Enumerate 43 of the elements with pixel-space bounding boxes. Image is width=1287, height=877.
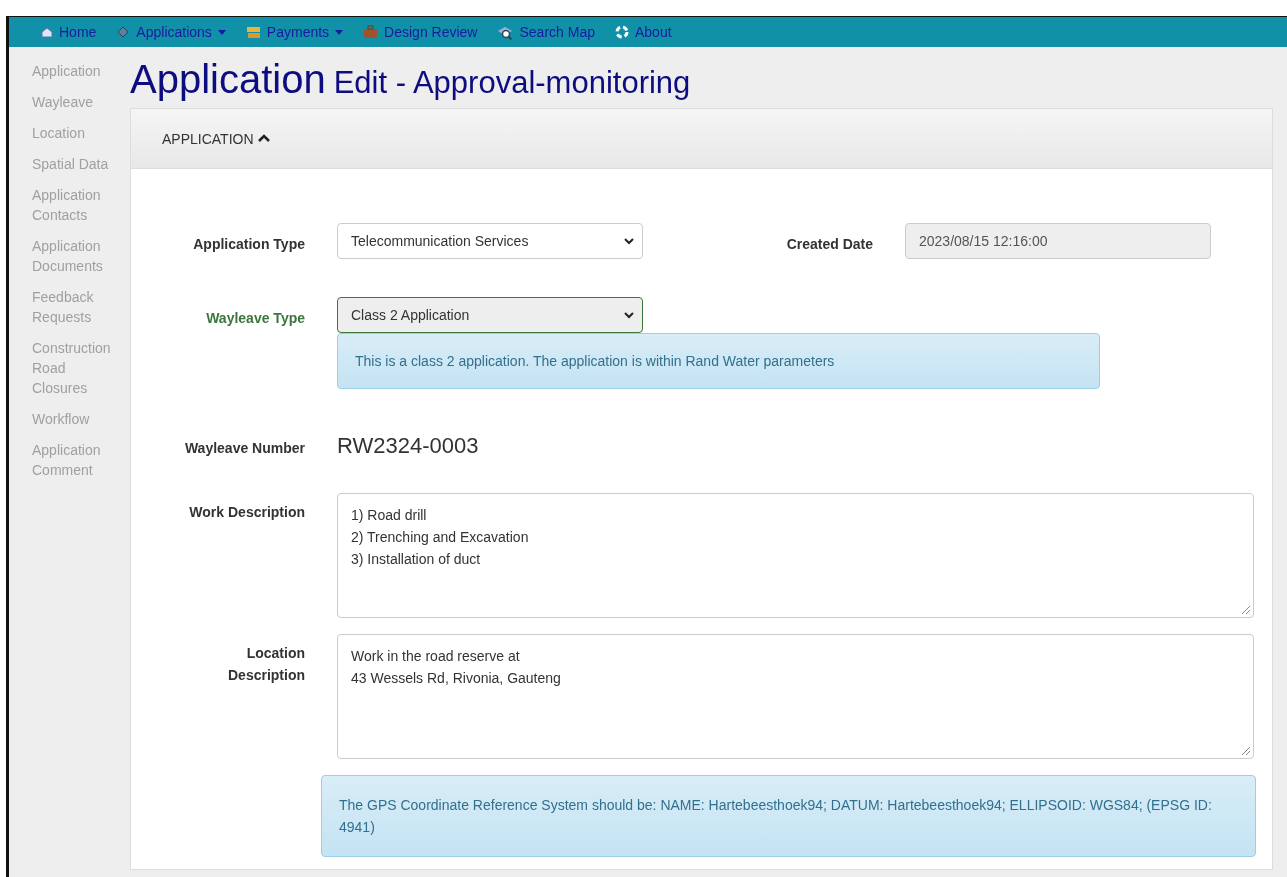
chevron-down-icon [624,311,634,319]
nav-link[interactable]: Payments [235,24,354,40]
lifebuoy-icon [614,25,629,39]
select-field[interactable]: Telecommunication Services [337,223,643,259]
select-field[interactable]: Class 2 Application [337,297,643,333]
resize-handle-icon[interactable] [1239,744,1251,756]
sidebar-link[interactable]: Application Documents [32,236,110,276]
text-area[interactable]: Work in the road reserve at 43 Wessels Rd, Rivonia, Gauteng [337,634,1254,759]
caret-icon [217,29,226,35]
info-message: The GPS Coordinate Reference System should be: NAME: Hartebeesthoek94; DATUM: Hartebeesthoek94; ELLIPSOID: WGS84; (EPSG ID: 4941) [321,775,1256,857]
field-label: Created Date [785,235,873,254]
field-label: Application Type [192,235,305,254]
field-label: Wayleave Number [183,439,305,458]
chevron-up-icon [257,134,270,143]
sidebar-link[interactable]: Feedback Requests [32,287,110,327]
chevron-down-icon [624,237,634,245]
info-message: This is a class 2 application. The application is within Rand Water parameters [337,333,1100,389]
nav-link[interactable]: About [604,24,682,40]
sidebar-link[interactable]: Location [32,123,110,143]
briefcase-icon [363,25,379,39]
sidebar-link[interactable]: Application Comment [32,440,110,480]
sidebar-link[interactable]: Spatial Data [32,154,110,174]
sidebar-link[interactable]: Application Contacts [32,185,110,225]
sidebar-link[interactable]: Wayleave [32,92,110,112]
field-label: Location Description [227,644,305,685]
resize-handle-icon[interactable] [1239,603,1251,615]
caret-icon [335,29,344,35]
map-search-icon [497,24,514,40]
text-area[interactable]: 1) Road drill 2) Trenching and Excavation 3) Installation of duct [337,493,1254,618]
sidebar-link[interactable]: Construction Road Closures [32,338,110,398]
wayleave-number: RW2324-0003 [337,432,479,459]
field-label: Work Description [188,503,305,522]
sidebar-link[interactable]: Workflow [32,409,110,429]
panel-heading[interactable]: APPLICATION [131,109,1272,169]
sidebar-link[interactable]: Application [32,61,110,81]
page-subtitle: Edit - Approval-monitoring [333,65,691,101]
nav-link[interactable]: Home [31,24,107,40]
page-title: Application [130,57,326,102]
house-icon [41,26,53,38]
nav-link[interactable]: Applications [106,24,236,40]
nav-link[interactable]: Search Map [487,24,605,40]
nav-link[interactable]: Design Review [353,24,488,40]
field-label: Wayleave Type [205,309,305,328]
